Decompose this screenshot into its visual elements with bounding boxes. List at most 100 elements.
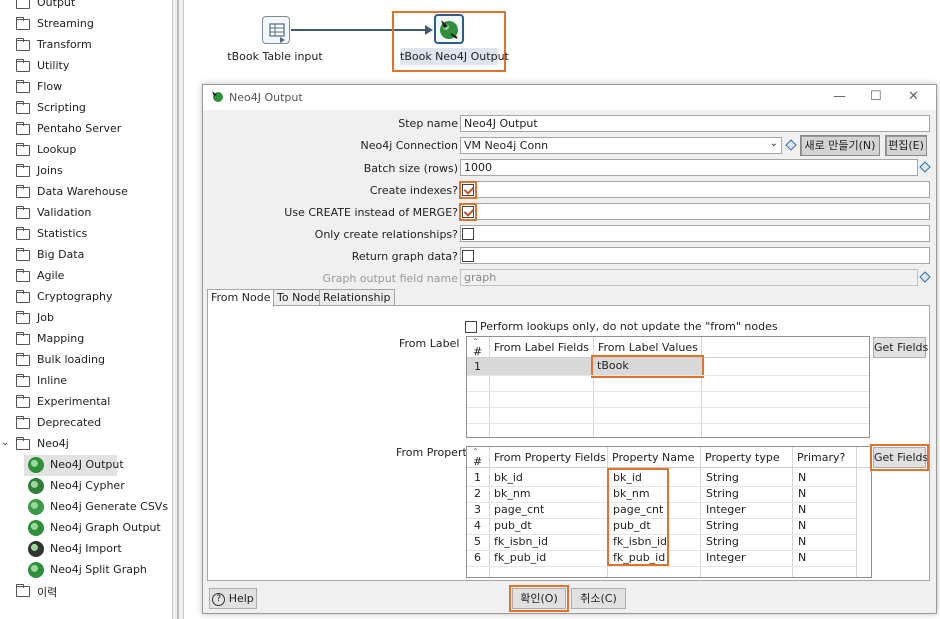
canvas-step-neo4j-output[interactable]: tBook Neo4J Output [392,11,509,72]
tree-step-neo4j-import[interactable]: Neo4j Import [0,539,172,560]
tree-step-neo4j-cypher[interactable]: Neo4j Cypher [0,476,172,497]
tree-folder-experimental[interactable]: Experimental [0,392,172,413]
tree-step-neo4j-output[interactable]: Neo4J Output [0,455,172,476]
property-type[interactable]: String [706,519,739,532]
tree-folder-scripting[interactable]: Scripting [0,98,172,119]
lookup-only-checkbox[interactable] [465,321,477,333]
tree-item-label: Big Data [37,248,85,261]
canvas-step-table-input[interactable]: tBook Table input [225,14,325,66]
step-name-input[interactable]: Neo4J Output [460,115,930,132]
new-connection-button[interactable]: 새로 만들기(N) [800,135,880,156]
from-property-table[interactable]: ⌃ # From Property Fields Property Name P… [466,446,872,578]
return-graph-checkbox[interactable] [462,250,474,262]
folder-icon [16,311,30,324]
tree-folder-transform[interactable]: Transform [0,35,172,56]
variable-icon[interactable] [919,161,931,173]
tree-step-neo4j-graph-output[interactable]: Neo4j Graph Output [0,518,172,539]
tree-folder-output[interactable]: Output [0,0,172,14]
variable-icon [919,271,931,283]
batch-size-input[interactable]: 1000 [460,159,918,176]
property-type[interactable]: String [706,471,739,484]
tree-item-label: Experimental [37,395,111,408]
tree-folder-inline[interactable]: Inline [0,371,172,392]
help-button[interactable]: ? Help [209,588,257,609]
tree-step-neo4j-split-graph[interactable]: Neo4j Split Graph [0,560,172,581]
tree-folder-joins[interactable]: Joins [0,161,172,182]
property-type[interactable]: Integer [706,551,746,564]
tab-relationship[interactable]: Relationship [319,289,395,306]
property-field[interactable]: bk_id [494,471,523,484]
folder-icon [16,269,30,282]
tree-folder-deprecated[interactable]: Deprecated [0,413,172,434]
tree-folder-history[interactable]: 이력 [0,581,172,602]
primary-flag[interactable]: N [798,503,806,516]
ok-button[interactable]: 확인(O) [509,585,569,612]
tree-folder-lookup[interactable]: Lookup [0,140,172,161]
minimize-icon[interactable]: — [833,89,846,104]
label-row-value[interactable]: tBook [591,355,704,378]
folder-icon [16,143,30,156]
close-icon[interactable]: ✕ [908,89,919,104]
tab-from-node[interactable]: From Node [207,289,275,307]
dialog-titlebar[interactable]: Neo4J Output — ☐ ✕ [203,85,936,110]
only-create-relationships-checkbox[interactable] [462,228,474,240]
property-field[interactable]: page_cnt [494,503,544,516]
tree-folder-neo4j[interactable]: ⌄ Neo4j [0,434,172,455]
property-type[interactable]: String [706,535,739,548]
folder-icon [16,122,30,135]
folder-icon [16,59,30,72]
primary-flag[interactable]: N [798,471,806,484]
tree-folder-agile[interactable]: Agile [0,266,172,287]
primary-flag[interactable]: N [798,551,806,564]
connection-select[interactable]: VM Neo4j Conn ⌄ [460,137,782,154]
primary-flag[interactable]: N [798,519,806,532]
row-num: 5 [474,535,481,548]
tab-to-node[interactable]: To Node [273,289,325,306]
tree-item-label: Output [37,0,76,9]
maximize-icon[interactable]: ☐ [870,89,882,104]
property-field[interactable]: bk_nm [494,487,531,500]
panel-splitter[interactable] [172,0,184,619]
tree-folder-data-warehouse[interactable]: Data Warehouse [0,182,172,203]
tree-folder-validation[interactable]: Validation [0,203,172,224]
tree-item-label: Neo4j Import [50,542,122,555]
get-fields-property-button[interactable]: Get Fields [870,444,929,471]
batch-size-label: Batch size (rows) [363,162,458,175]
tree-folder-big-data[interactable]: Big Data [0,245,172,266]
tree-step-neo4j-generate-csvs[interactable]: Neo4j Generate CSVs [0,497,172,518]
create-indexes-label: Create indexes? [369,184,458,197]
tree-folder-bulk-loading[interactable]: Bulk loading [0,350,172,371]
step-tree-panel: Output Streaming Transform Utility Flow Scrip… [0,0,172,619]
tree-folder-job[interactable]: Job [0,308,172,329]
tree-folder-utility[interactable]: Utility [0,56,172,77]
property-type[interactable]: Integer [706,503,746,516]
property-field[interactable]: pub_dt [494,519,532,532]
tree-folder-streaming[interactable]: Streaming [0,14,172,35]
tree-item-label: Lookup [37,143,77,156]
property-field[interactable]: fk_pub_id [494,551,546,564]
tree-item-label: 이력 [37,586,58,599]
use-create-checkbox[interactable] [459,203,477,221]
tree-folder-statistics[interactable]: Statistics [0,224,172,245]
tree-folder-cryptography[interactable]: Cryptography [0,287,172,308]
primary-flag[interactable]: N [798,487,806,500]
neo4j-step-icon [28,541,44,557]
chevron-down-icon[interactable]: ⌄ [1,437,9,448]
variable-icon[interactable] [785,139,797,151]
from-property-title: From Property [396,446,474,459]
connection-label: Neo4j Connection [360,139,458,152]
tree-folder-mapping[interactable]: Mapping [0,329,172,350]
create-indexes-checkbox[interactable] [459,181,477,199]
cancel-button[interactable]: 취소(C) [571,588,626,609]
from-label-table[interactable]: ⌃ # From Label Fields From Label Values … [466,336,870,438]
tree-folder-flow[interactable]: Flow [0,77,172,98]
help-icon: ? [212,592,226,606]
edit-connection-button[interactable]: 편집(E) [885,135,927,156]
tree-folder-pentaho-server[interactable]: Pentaho Server [0,119,172,140]
property-type[interactable]: String [706,487,739,500]
get-fields-label-button[interactable]: Get Fields [873,337,928,358]
primary-flag[interactable]: N [798,535,806,548]
property-field[interactable]: fk_isbn_id [494,535,548,548]
folder-icon [16,38,30,51]
tree-item-label: Flow [37,80,63,93]
